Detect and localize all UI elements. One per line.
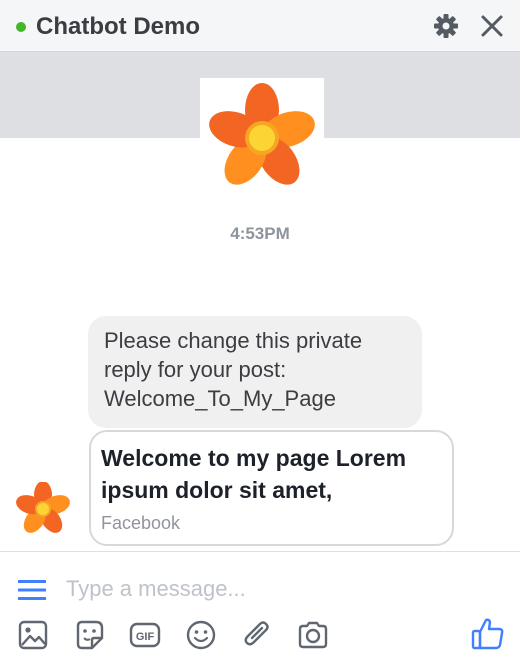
bot-avatar-icon: [16, 482, 70, 533]
chat-header: Chatbot Demo: [0, 0, 520, 52]
card-subtitle: Facebook: [101, 513, 181, 533]
attachment-icon[interactable]: [240, 618, 274, 652]
emoji-icon[interactable]: [184, 618, 218, 652]
menu-icon[interactable]: [18, 579, 46, 601]
sticker-icon[interactable]: [72, 618, 106, 652]
message-timestamp: 4:53PM: [230, 224, 290, 243]
close-icon[interactable]: [478, 12, 506, 40]
thumbs-up-icon[interactable]: [470, 616, 506, 652]
message-input[interactable]: [66, 572, 486, 606]
flower-logo-icon: [209, 83, 315, 185]
page-profile-picture: [200, 78, 324, 194]
camera-icon[interactable]: [296, 618, 330, 652]
card-title: Welcome to my page Lorem ipsum dolor sit…: [101, 445, 407, 503]
message-composer: GIF: [0, 551, 520, 656]
image-icon[interactable]: [16, 618, 50, 652]
message-bubble: Please change this private reply for you…: [88, 316, 422, 428]
message-card[interactable]: Welcome to my page Lorem ipsum dolor sit…: [89, 430, 454, 546]
chat-title: Chatbot Demo: [36, 13, 200, 40]
online-status-dot: [16, 22, 26, 32]
gif-icon[interactable]: GIF: [128, 618, 162, 652]
svg-text:GIF: GIF: [136, 631, 155, 643]
gear-icon[interactable]: [432, 12, 460, 40]
